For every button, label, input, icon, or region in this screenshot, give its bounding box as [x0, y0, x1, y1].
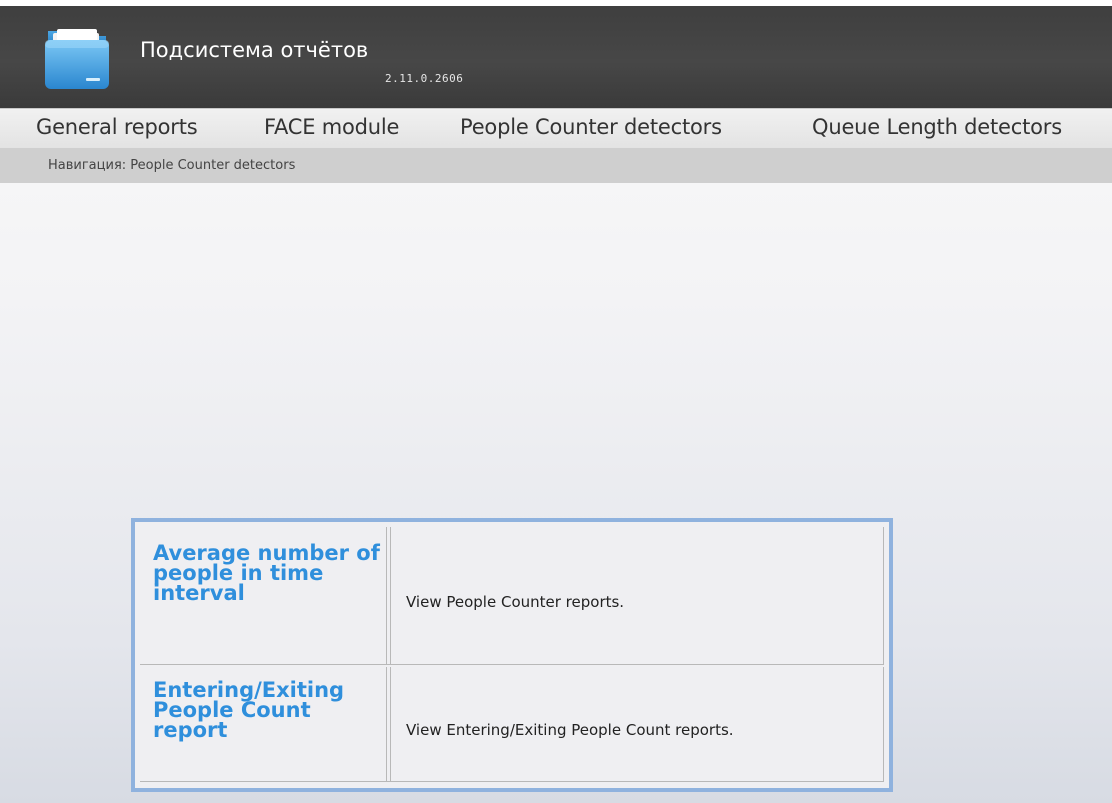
menu-item-face-module[interactable]: FACE module [264, 115, 399, 139]
report-row: Entering/Exiting People Count report Vie… [140, 667, 884, 782]
folder-icon [45, 29, 109, 89]
app-version: 2.11.0.2606 [385, 72, 464, 85]
reports-table: Average number of people in time interva… [131, 518, 893, 792]
menu-item-queue-length-detectors[interactable]: Queue Length detectors [812, 115, 1062, 139]
main-menu: General reports FACE module People Count… [0, 108, 1112, 148]
report-name-cell: Average number of people in time interva… [140, 527, 387, 664]
report-description: View Entering/Exiting People Count repor… [406, 721, 734, 739]
report-description: View People Counter reports. [406, 593, 625, 611]
menu-item-people-counter-detectors[interactable]: People Counter detectors [460, 115, 722, 139]
breadcrumb: Навигация: People Counter detectors [0, 148, 1112, 183]
breadcrumb-text: Навигация: People Counter detectors [48, 158, 296, 173]
report-name-cell: Entering/Exiting People Count report [140, 667, 387, 781]
report-description-cell: View Entering/Exiting People Count repor… [390, 667, 884, 781]
app-header: Подсистема отчётов 2.11.0.2606 [0, 6, 1112, 108]
report-link-average-number[interactable]: Average number of people in time interva… [153, 543, 382, 604]
app-title: Подсистема отчётов [140, 38, 369, 62]
report-link-entering-exiting[interactable]: Entering/Exiting People Count report [153, 680, 382, 741]
menu-item-general-reports[interactable]: General reports [36, 115, 198, 139]
report-description-cell: View People Counter reports. [390, 527, 884, 664]
report-row: Average number of people in time interva… [140, 527, 884, 665]
